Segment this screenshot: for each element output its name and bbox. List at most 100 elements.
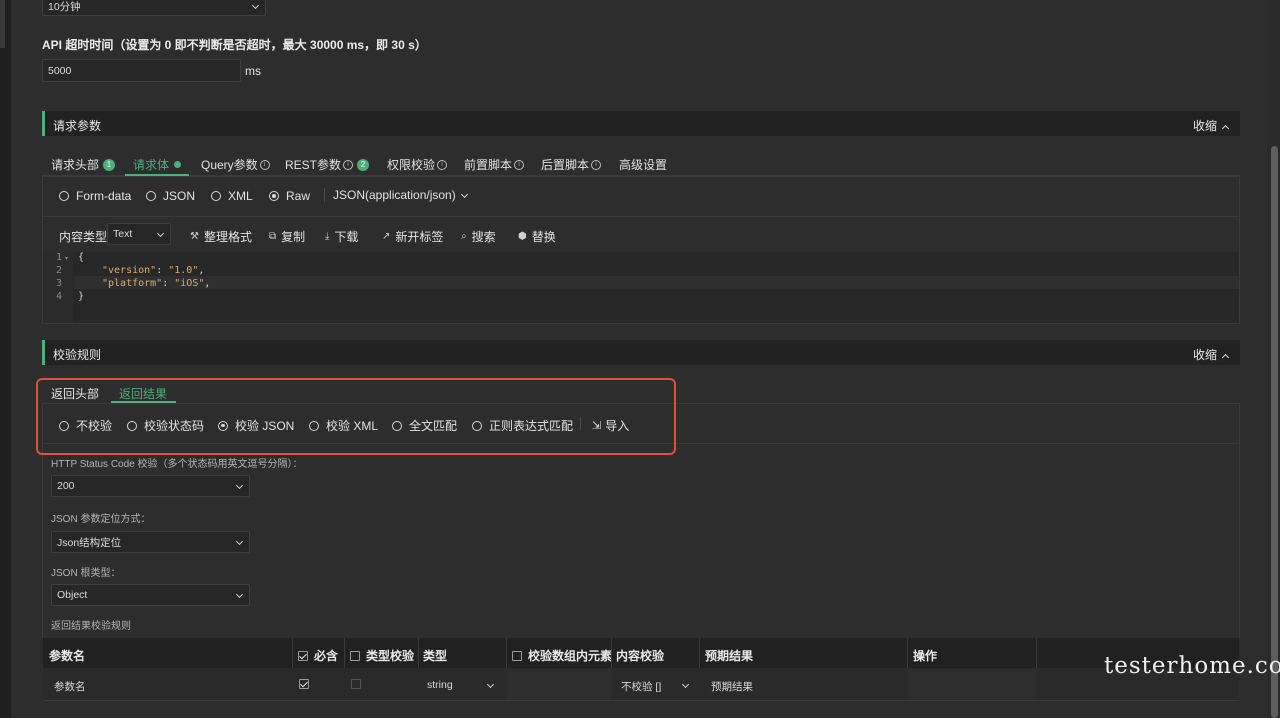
chevron-down-icon [235,537,244,546]
tab-advanced[interactable]: 高级设置 [619,156,667,173]
api-timeout-input[interactable]: 5000 [42,59,241,82]
th-array-check: 校验数组内元素 [512,647,612,664]
th-type: 类型 [423,649,448,663]
validation-rules-header: 校验规则 收缩 [42,340,1240,365]
download-icon: ⤓ [325,231,330,242]
left-edge-bar [0,0,5,48]
tab-auth[interactable]: 权限校验 i [387,156,448,173]
row-type-check-checkbox[interactable] [351,678,367,692]
row-array-check-cell [507,669,611,700]
new-tab-button[interactable]: ↗ 新开标签 [382,228,443,245]
body-type-raw[interactable]: Raw [269,189,310,203]
watermark: testerhome.com [1104,653,1280,679]
raw-type-dropdown[interactable]: JSON(application/json) [333,188,468,202]
api-timeout-value: 5000 [48,64,72,77]
column-divider [699,638,700,668]
chevron-down-icon [235,590,244,599]
chevron-up-icon [1221,124,1230,133]
body-type-json[interactable]: JSON [146,189,195,203]
copy-icon: ⧉ [269,231,277,242]
count-badge: 2 [357,158,370,171]
json-root-label: JSON 根类型： [51,568,121,579]
request-params-header: 请求参数 收缩 [42,111,1240,136]
annotation-highlight-box [36,378,676,455]
status-code-value: 200 [57,480,75,492]
chevron-down-icon [460,190,468,199]
active-line-highlight [74,276,1239,289]
download-button[interactable]: ⤓ 下载 [325,228,358,245]
code-line: "platform": "iOS", [102,278,211,289]
line-number: 4 [56,291,63,302]
status-code-select[interactable]: 200 [51,475,250,497]
th-expected: 预期结果 [705,649,754,663]
copy-button[interactable]: ⧉ 复制 [269,228,305,245]
tab-rest-params[interactable]: REST参数 i 2 [285,156,370,173]
row-required-checkbox[interactable] [299,678,315,692]
body-type-xml[interactable]: XML [211,189,253,203]
tab-pre-script[interactable]: 前置脚本 i [464,156,525,173]
th-param: 参数名 [49,649,86,663]
column-divider [506,638,507,668]
row-param-input[interactable]: 参数名 [54,679,86,694]
code-line: "version": "1.0", [102,265,205,276]
column-divider [292,638,293,668]
row-action-cell [908,669,1036,700]
json-root-value: Object [57,589,88,601]
info-icon: i [259,159,270,170]
row-content-check-select[interactable]: 不校验 [] [615,674,696,695]
type-check-all-checkbox[interactable] [350,650,360,661]
info-icon: i [591,159,602,170]
content-type-label: 内容类型 [59,230,108,244]
code-line: } [78,291,85,302]
fold-icon[interactable]: ▾ [65,255,68,262]
required-all-checkbox[interactable] [298,650,308,661]
collapse-button[interactable]: 收缩 [1193,346,1230,363]
info-icon: i [437,159,448,170]
json-locate-value: Json结构定位 [57,536,122,549]
tab-query-params[interactable]: Query参数 i [201,156,270,173]
divider [43,216,1239,217]
tab-request-body[interactable]: 请求体 [133,156,182,173]
api-timeout-label: API 超时时间（设置为 0 即不判断是否超时，最大 30000 ms，即 30… [42,38,427,52]
chevron-down-icon [156,229,165,238]
chevron-down-icon [681,680,690,689]
info-icon: i [514,159,525,170]
interval-value: 10分钟 [48,0,81,13]
json-locate-select[interactable]: Json结构定位 [51,531,250,553]
th-type-check: 类型校验 [350,647,414,664]
th-content-check: 内容校验 [616,649,665,663]
section-title: 请求参数 [53,119,102,133]
code-line: { [78,252,85,263]
row-type-select[interactable]: string [421,674,501,695]
chevron-down-icon [251,1,260,10]
rules-label: 返回结果校验规则 [51,621,131,632]
count-badge: 1 [103,158,116,171]
external-link-icon: ↗ [382,231,391,242]
line-number: 2 [56,265,63,276]
body-type-form-data[interactable]: Form-data [59,189,131,203]
search-button[interactable]: ⌕ 搜索 [461,228,496,245]
scrollbar-thumb[interactable] [1271,146,1278,718]
replace-button[interactable]: ⬢ 替换 [518,228,556,245]
json-root-select[interactable]: Object [51,584,250,606]
chevron-up-icon [1221,353,1230,362]
search-icon: ⌕ [461,231,467,242]
array-check-all-checkbox[interactable] [512,650,522,661]
replace-icon: ⬢ [518,231,527,242]
line-number: 3 [56,278,63,289]
info-icon: i [343,159,354,170]
column-divider [907,638,908,668]
chevron-down-icon [486,680,495,689]
tab-post-script[interactable]: 后置脚本 i [541,156,602,173]
column-divider [611,638,612,668]
format-button[interactable]: ⚒ 整理格式 [190,228,252,245]
content-type-select[interactable]: Text [107,223,171,245]
interval-select[interactable]: 10分钟 [42,0,266,16]
row-expected-input[interactable]: 预期结果 [711,679,753,694]
hammer-icon: ⚒ [190,231,199,242]
tab-request-headers[interactable]: 请求头部 1 [51,156,116,173]
chevron-down-icon [235,481,244,490]
section-title: 校验规则 [53,348,102,362]
content-type-value: Text [113,228,133,240]
collapse-button[interactable]: 收缩 [1193,117,1230,134]
